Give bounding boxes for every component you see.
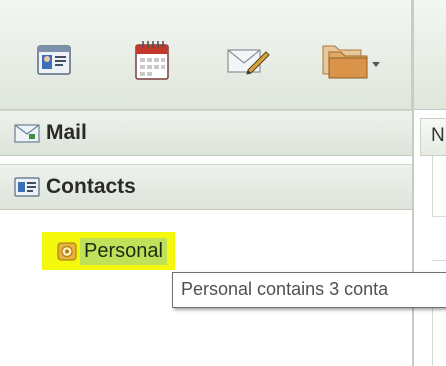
mail-icon [14, 122, 40, 144]
nav-section-label: Contacts [46, 175, 136, 198]
compose-mail-icon [226, 44, 270, 81]
contacts-icon [14, 176, 40, 198]
toolbar [0, 0, 412, 110]
compose-toolbar-button[interactable] [222, 36, 274, 88]
contact-card-icon [37, 44, 71, 80]
address-book-icon [56, 240, 78, 262]
grid-line [432, 260, 446, 261]
column-header-name[interactable]: N [420, 118, 446, 156]
tooltip: Personal contains 3 conta [172, 272, 446, 308]
content-toolbar [414, 0, 446, 110]
nav-section-mail[interactable]: Mail [0, 110, 412, 156]
tree-item-personal[interactable]: Personal [42, 232, 175, 270]
grid-line [432, 216, 446, 217]
folders-dropdown-icon [319, 40, 381, 85]
content-pane: N [414, 0, 446, 366]
navigation-pane: Mail Contacts Personal [0, 0, 414, 366]
tree-item-label: Personal [80, 237, 167, 265]
calendar-icon [134, 39, 170, 86]
nav-section-label: Mail [46, 121, 87, 144]
grid-line [432, 156, 433, 216]
grid-line [432, 300, 433, 366]
nav-section-contacts[interactable]: Contacts [0, 164, 412, 210]
folders-toolbar-button[interactable] [314, 36, 386, 88]
calendar-toolbar-button[interactable] [126, 36, 178, 88]
contacts-toolbar-button[interactable] [28, 36, 80, 88]
